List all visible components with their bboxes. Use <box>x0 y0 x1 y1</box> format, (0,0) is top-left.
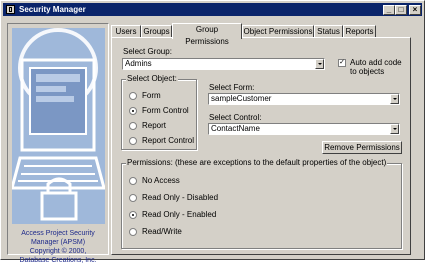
title-bar[interactable]: Security Manager _ □ × <box>3 3 422 16</box>
radio-form[interactable] <box>129 92 137 100</box>
credits-line-2: Manager (APSM) <box>30 239 86 246</box>
radio-report[interactable] <box>129 122 137 130</box>
select-object-group: Select Object: Form Form Control Report … <box>121 74 197 150</box>
radio-form-control[interactable] <box>129 107 137 115</box>
radio-report-control[interactable] <box>129 137 137 145</box>
group-permissions-page: Select Group: Admins ✓ Auto add code to … <box>111 37 411 255</box>
radio-form-control-label: Form Control <box>142 106 189 115</box>
credits-line-4: Database Creations, Inc. <box>19 257 97 264</box>
minimize-button[interactable]: _ <box>383 5 395 15</box>
radio-report-label: Report <box>142 121 167 130</box>
radio-read-write[interactable] <box>129 228 137 236</box>
select-object-title: Select Object: <box>126 74 178 83</box>
permissions-group: Permissions: (these are exceptions to th… <box>121 158 402 249</box>
permissions-title: Permissions: (these are exceptions to th… <box>126 158 388 167</box>
radio-no-access[interactable] <box>129 177 137 185</box>
radio-read-only-enabled[interactable] <box>129 211 137 219</box>
auto-add-label: Auto add code to objects <box>350 58 402 76</box>
radio-read-only-disabled[interactable] <box>129 194 137 202</box>
chevron-down-icon[interactable] <box>315 59 324 69</box>
maximize-button[interactable]: □ <box>395 5 407 15</box>
security-manager-window: Security Manager _ □ × Access Project Se… <box>0 0 425 264</box>
radio-read-only-enabled-label: Read Only - Enabled <box>142 210 217 219</box>
select-control-label: Select Control: <box>209 113 262 122</box>
select-form-combo[interactable]: sampleCustomer <box>208 93 400 105</box>
radio-read-write-label: Read/Write <box>142 227 182 236</box>
auto-add-label-line-1: Auto add code <box>350 58 402 67</box>
app-icon <box>6 5 15 14</box>
radio-form-label: Form <box>142 91 161 100</box>
select-group-label: Select Group: <box>123 47 172 56</box>
select-form-label: Select Form: <box>209 83 255 92</box>
computer-lock-illustration <box>12 28 105 224</box>
select-group-combo[interactable]: Admins <box>122 58 325 70</box>
credits-line-1: Access Project Security <box>21 230 95 237</box>
auto-add-label-line-2: to objects <box>350 67 385 76</box>
select-form-value: sampleCustomer <box>211 94 272 103</box>
select-control-value: ContactName <box>211 124 260 133</box>
radio-no-access-label: No Access <box>142 176 180 185</box>
radio-read-only-disabled-label: Read Only - Disabled <box>142 193 219 202</box>
credits-line-3: Copyright © 2000, <box>29 248 87 255</box>
security-illustration <box>12 28 105 224</box>
select-group-value: Admins <box>125 59 152 68</box>
window-title: Security Manager <box>19 5 86 14</box>
chevron-down-icon[interactable] <box>390 124 399 134</box>
close-button[interactable]: × <box>409 5 421 15</box>
select-control-combo[interactable]: ContactName <box>208 123 400 135</box>
chevron-down-icon[interactable] <box>390 94 399 104</box>
tab-group-permissions[interactable]: Group Permissions <box>172 23 242 46</box>
radio-report-control-label: Report Control <box>142 136 195 145</box>
auto-add-checkbox[interactable]: ✓ <box>338 59 346 67</box>
remove-permissions-button[interactable]: Remove Permissions <box>322 141 402 154</box>
branding-panel: Access Project Security Manager (APSM) C… <box>7 23 109 264</box>
